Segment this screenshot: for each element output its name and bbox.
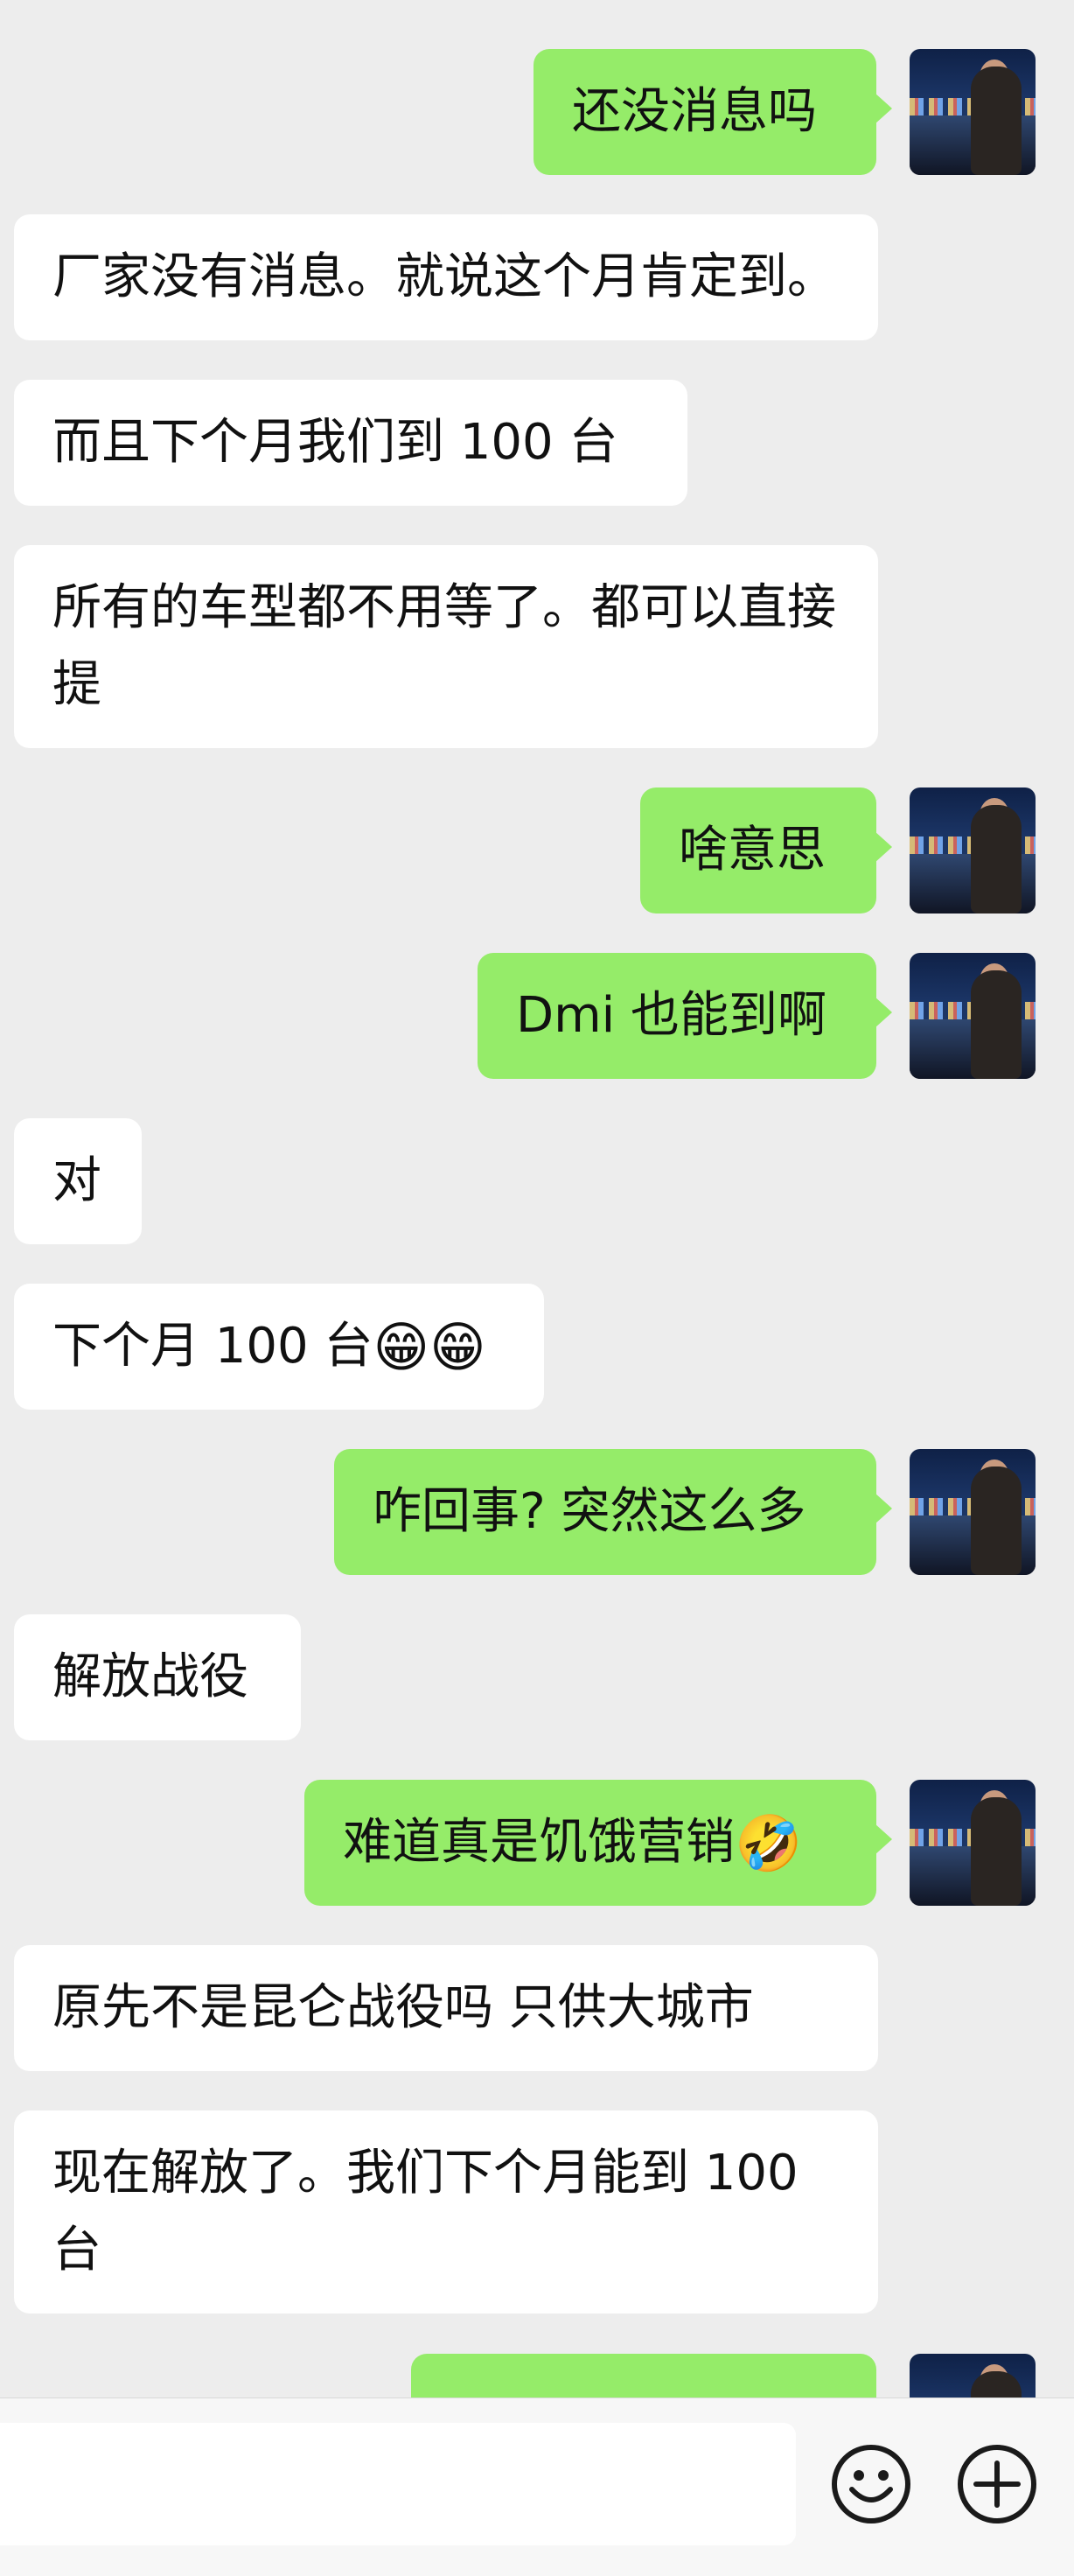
message-input[interactable] [0,2423,796,2545]
avatar[interactable] [910,953,1036,1079]
message-bubble-outgoing[interactable]: 难道真是饥饿营销🤣 [304,1780,892,1906]
rolling-laughing-emoji: 🤣 [735,1811,803,1875]
message-text: 所有的车型都不用等了。都可以直接提 [52,579,836,713]
message-bubble-incoming[interactable]: 所有的车型都不用等了。都可以直接提 [14,545,878,748]
message-text: 下个月 100 台 [52,1318,373,1375]
grinning-face-emoji: 😁😁 [373,1315,486,1379]
message-text: 难道真是饥饿营销 [343,1814,735,1871]
avatar[interactable] [910,49,1036,175]
message-bubble-incoming[interactable]: 解放战役 [14,1614,301,1740]
message-text: 啥意思 [679,822,826,878]
message-bubble-incoming[interactable]: 下个月 100 台😁😁 [14,1284,544,1410]
message-bubble-outgoing-partial[interactable] [411,2354,876,2398]
message-bubble-outgoing[interactable]: 咋回事? 突然这么多 [334,1449,892,1575]
message-bubble-outgoing[interactable]: 啥意思 [640,788,892,914]
message-text: 而且下个月我们到 100 台 [52,414,618,471]
input-bar [0,2398,1074,2576]
message-text: 对 [52,1152,101,1209]
message-text: 咋回事? 突然这么多 [373,1483,806,1540]
message-text: 原先不是昆仑战役吗 只供大城市 [52,1979,754,2036]
avatar[interactable] [910,1780,1036,1906]
message-bubble-incoming[interactable]: 原先不是昆仑战役吗 只供大城市 [14,1945,878,2071]
avatar[interactable] [910,788,1036,914]
plus-circle-icon[interactable] [955,2442,1039,2526]
message-bubble-incoming[interactable]: 对 [14,1118,142,1244]
message-text: 厂家没有消息。就说这个月肯定到。 [52,248,836,305]
message-text: 还没消息吗 [572,83,817,140]
message-bubble-incoming[interactable]: 而且下个月我们到 100 台 [14,380,687,506]
message-bubble-incoming[interactable]: 厂家没有消息。就说这个月肯定到。 [14,214,878,340]
smiley-face-icon[interactable] [829,2442,913,2526]
message-bubble-incoming[interactable]: 现在解放了。我们下个月能到 100 台 [14,2110,878,2314]
message-text: 现在解放了。我们下个月能到 100 台 [52,2145,799,2278]
message-bubble-outgoing[interactable]: 还没消息吗 [534,49,892,175]
message-text: Dmi 也能到啊 [516,987,827,1044]
chat-area: 还没消息吗 厂家没有消息。就说这个月肯定到。 而且下个月我们到 100 台 所有… [0,0,1074,2398]
avatar[interactable] [910,2354,1036,2398]
message-bubble-outgoing[interactable]: Dmi 也能到啊 [478,953,892,1079]
avatar[interactable] [910,1449,1036,1575]
message-text: 解放战役 [52,1648,248,1705]
